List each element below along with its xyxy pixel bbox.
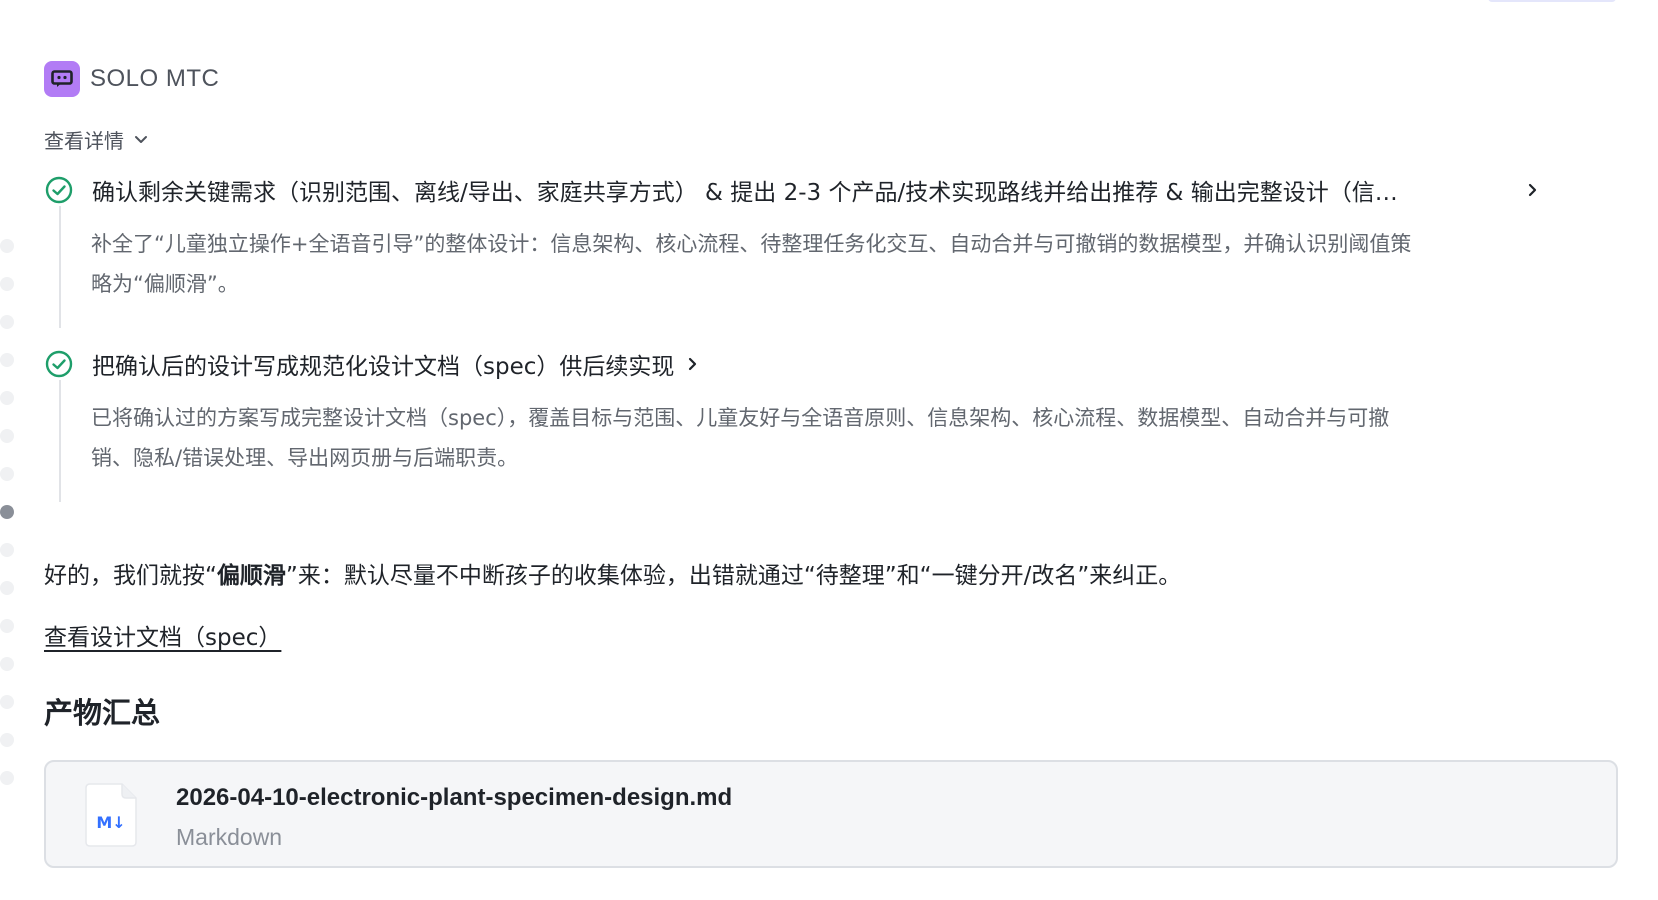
view-details-label: 查看详情: [44, 129, 124, 153]
chat-bubble-icon: [51, 70, 73, 87]
rail-dot[interactable]: [0, 695, 14, 709]
markdown-file-icon: M↓: [85, 783, 137, 847]
rail-dot[interactable]: [0, 239, 14, 253]
artifact-file-card[interactable]: M↓ 2026-04-10-electronic-plant-specimen-…: [44, 760, 1618, 868]
chevron-right-icon[interactable]: [1526, 182, 1540, 198]
task-step: 确认剩余关键需求（识别范围、离线/导出、家庭共享方式） & 提出 2-3 个产品…: [44, 174, 1618, 328]
check-circle-icon: [45, 176, 73, 204]
rail-dot-active[interactable]: [0, 505, 14, 519]
agent-name: SOLO MTC: [90, 65, 220, 92]
rail-dot[interactable]: [0, 657, 14, 671]
view-details-toggle[interactable]: 查看详情: [44, 125, 148, 154]
rail-dot[interactable]: [0, 277, 14, 291]
view-spec-link[interactable]: 查看设计文档（spec）: [44, 618, 281, 652]
assistant-reply: 好的，我们就按“偏顺滑”来：默认尽量不中断孩子的收集体验，出错就通过“待整理”和…: [44, 556, 1181, 590]
agent-header: SOLO MTC: [44, 61, 219, 97]
reply-prefix: 好的，我们就按“: [44, 563, 217, 589]
file-icon-label: M↓: [96, 813, 125, 832]
summary-line: 补全了“儿童独立操作+全语音引导”的整体设计：信息架构、核心流程、待整理任务化交…: [91, 232, 1412, 256]
rail-dot[interactable]: [0, 733, 14, 747]
task-step-summary: 补全了“儿童独立操作+全语音引导”的整体设计：信息架构、核心流程、待整理任务化交…: [59, 206, 1618, 328]
rail-dot[interactable]: [0, 771, 14, 785]
task-step-header[interactable]: 把确认后的设计写成规范化设计文档（spec）供后续实现: [44, 348, 1618, 380]
summary-line: 已将确认过的方案写成完整设计文档（spec），覆盖目标与范围、儿童友好与全语音原…: [91, 406, 1390, 430]
check-circle-icon: [45, 350, 73, 378]
scroll-rail[interactable]: [0, 0, 16, 900]
task-step-header[interactable]: 确认剩余关键需求（识别范围、离线/导出、家庭共享方式） & 提出 2-3 个产品…: [44, 174, 1618, 206]
reply-suffix: ”来：默认尽量不中断孩子的收集体验，出错就通过“待整理”和“一键分开/改名”来纠…: [285, 563, 1182, 589]
file-type: Markdown: [176, 824, 283, 850]
task-step-title: 确认剩余关键需求（识别范围、离线/导出、家庭共享方式） & 提出 2-3 个产品…: [92, 180, 1398, 206]
rail-dot[interactable]: [0, 391, 14, 405]
rail-dot[interactable]: [0, 581, 14, 595]
chevron-right-icon[interactable]: [686, 356, 700, 372]
task-step-summary: 已将确认过的方案写成完整设计文档（spec），覆盖目标与范围、儿童友好与全语音原…: [59, 380, 1618, 502]
artifacts-title: 产物汇总: [44, 696, 161, 730]
rail-dot[interactable]: [0, 619, 14, 633]
summary-line: 销、隐私/错误处理、导出网页册与后端职责。: [91, 446, 519, 470]
task-step-title: 把确认后的设计写成规范化设计文档（spec）供后续实现: [92, 354, 675, 380]
rail-dot[interactable]: [0, 353, 14, 367]
rail-dot[interactable]: [0, 467, 14, 481]
rail-dot[interactable]: [0, 543, 14, 557]
top-action-pill[interactable]: [1488, 0, 1616, 2]
rail-dot[interactable]: [0, 315, 14, 329]
summary-line: 略为“偏顺滑”。: [91, 272, 239, 296]
file-name: 2026-04-10-electronic-plant-specimen-des…: [176, 784, 733, 811]
task-step: 把确认后的设计写成规范化设计文档（spec）供后续实现 已将确认过的方案写成完整…: [44, 348, 1618, 502]
reply-emphasis: 偏顺滑: [216, 563, 286, 589]
chevron-down-icon: [135, 135, 147, 143]
rail-dot[interactable]: [0, 429, 14, 443]
agent-avatar: [44, 61, 80, 97]
